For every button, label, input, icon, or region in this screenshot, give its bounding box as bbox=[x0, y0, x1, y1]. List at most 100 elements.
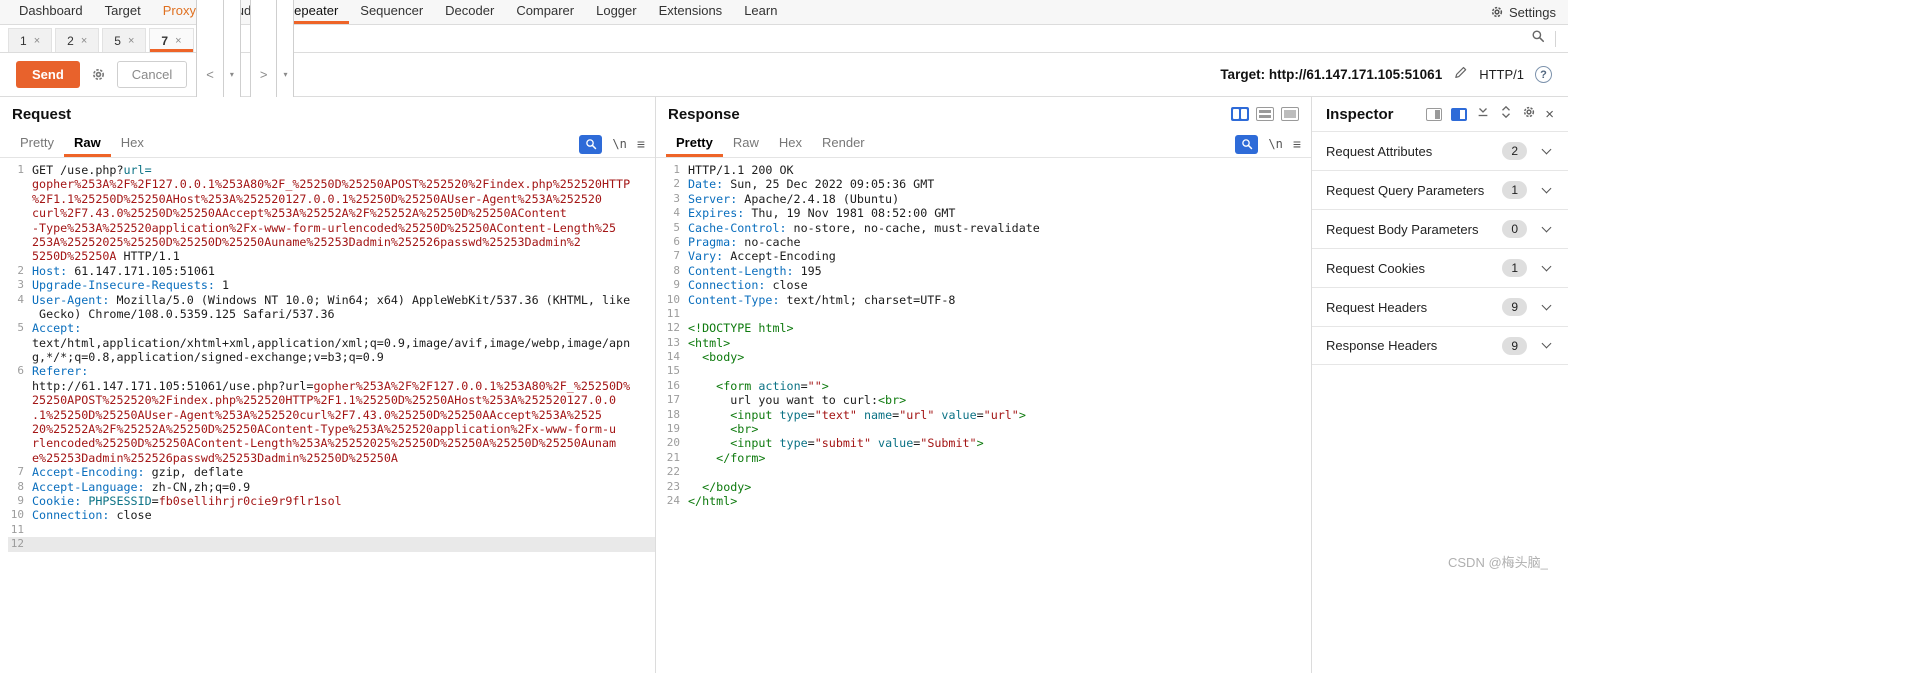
tab-close-icon[interactable]: × bbox=[175, 35, 181, 47]
tab-close-icon[interactable]: × bbox=[34, 35, 40, 47]
code-line: 253A%25252025%25250D%25250D%25250Auname%… bbox=[8, 235, 655, 249]
search-icon bbox=[586, 139, 597, 150]
dock-right-icon[interactable] bbox=[1451, 107, 1468, 121]
line-number: 14 bbox=[666, 350, 680, 364]
layout-single-icon[interactable] bbox=[1281, 107, 1299, 121]
editor-tab-render[interactable]: Render bbox=[812, 131, 875, 157]
help-icon[interactable]: ? bbox=[1535, 66, 1552, 83]
line-number: 3 bbox=[673, 191, 680, 205]
menu-item-extensions[interactable]: Extensions bbox=[648, 0, 734, 24]
code-text: <!DOCTYPE html> bbox=[688, 321, 794, 336]
editor-menu-icon[interactable]: ≡ bbox=[637, 136, 645, 152]
code-line: 3 Upgrade-Insecure-Requests: 1 bbox=[8, 278, 655, 292]
menu-item-decoder[interactable]: Decoder bbox=[434, 0, 505, 24]
section-label: Request Query Parameters bbox=[1326, 182, 1485, 198]
collapse-all-icon[interactable] bbox=[1476, 105, 1490, 124]
settings-button[interactable]: Settings bbox=[1490, 0, 1568, 24]
line-number: 10 bbox=[666, 292, 680, 306]
tab-label: 1 bbox=[20, 33, 27, 48]
code-text: Gecko) Chrome/108.0.5359.125 Safari/537.… bbox=[32, 306, 335, 321]
tab-label: 2 bbox=[67, 33, 74, 48]
chevron-down-icon bbox=[1541, 300, 1552, 310]
editor-tab-icons: \n ≡ bbox=[1235, 131, 1301, 157]
code-area[interactable]: 1 GET /use.php?url= gopher%253A%2F%2F127.0… bbox=[0, 158, 655, 552]
menu-item-target[interactable]: Target bbox=[94, 0, 152, 24]
repeater-tab-7[interactable]: 7 × bbox=[149, 28, 194, 52]
send-settings-gear-icon[interactable] bbox=[89, 67, 108, 82]
line-number bbox=[8, 307, 32, 321]
session-tabs: 1 × 2 × 5 × 7 × bbox=[8, 25, 197, 52]
nonprinting-chars-toggle[interactable]: \n bbox=[1268, 137, 1282, 151]
inspector-sections: Request Attributes 2 Request Query Paramet… bbox=[1312, 131, 1568, 365]
repeater-tab-5[interactable]: 5 × bbox=[102, 28, 147, 52]
code-line: 4 User-Agent: Mozilla/5.0 (Windows NT 10.… bbox=[8, 293, 655, 307]
inspector-section-request-query-parameters[interactable]: Request Query Parameters 1 bbox=[1312, 170, 1568, 209]
editor-tab-raw[interactable]: Raw bbox=[723, 131, 769, 157]
code-line: 6 Referer: bbox=[8, 364, 655, 378]
code-text: <form action=""> bbox=[716, 378, 829, 393]
inspector-gear-icon[interactable] bbox=[1522, 105, 1536, 124]
request-title-row: Request bbox=[0, 97, 655, 131]
code-text: Vary: Accept-Encoding bbox=[688, 249, 836, 264]
expand-collapse-icon[interactable] bbox=[1499, 105, 1513, 124]
code-text: Server: Apache/2.4.18 (Ubuntu) bbox=[688, 191, 900, 206]
menu-item-dashboard[interactable]: Dashboard bbox=[8, 0, 94, 24]
http-version-selector[interactable]: HTTP/1 bbox=[1479, 67, 1524, 82]
inspector-section-response-headers[interactable]: Response Headers 9 bbox=[1312, 326, 1568, 365]
layout-columns-icon[interactable] bbox=[1231, 107, 1249, 121]
line-number bbox=[8, 206, 32, 220]
watermark: CSDN @梅头脑_ bbox=[1448, 555, 1548, 570]
tab-close-icon[interactable]: × bbox=[81, 35, 87, 47]
editor-menu-icon[interactable]: ≡ bbox=[1293, 136, 1301, 152]
editor-tab-raw[interactable]: Raw bbox=[63, 131, 111, 157]
section-label: Request Cookies bbox=[1326, 260, 1425, 276]
close-icon[interactable]: × bbox=[1545, 107, 1554, 122]
editor-tab-pretty[interactable]: Pretty bbox=[10, 131, 64, 157]
inspector-section-request-headers[interactable]: Request Headers 9 bbox=[1312, 287, 1568, 326]
menu-item-learn[interactable]: Learn bbox=[733, 0, 788, 24]
repeater-tab-1[interactable]: 1 × bbox=[8, 28, 53, 52]
menu-item-sequencer[interactable]: Sequencer bbox=[349, 0, 434, 24]
code-line: 7 Vary: Accept-Encoding bbox=[664, 249, 1311, 263]
code-line: 8 Accept-Language: zh-CN,zh;q=0.9 bbox=[8, 480, 655, 494]
nonprinting-chars-toggle[interactable]: \n bbox=[612, 137, 626, 151]
inspector-section-request-attributes[interactable]: Request Attributes 2 bbox=[1312, 131, 1568, 170]
editor-tab-hex[interactable]: Hex bbox=[111, 131, 154, 157]
editor-tab-pretty[interactable]: Pretty bbox=[666, 131, 723, 157]
burp-suite-window: DashboardTargetProxyIntruderRepeaterSequ… bbox=[0, 0, 1568, 673]
editor-tab-hex[interactable]: Hex bbox=[769, 131, 812, 157]
code-line: 11 bbox=[8, 523, 655, 537]
menu-item-logger[interactable]: Logger bbox=[585, 0, 647, 24]
code-area[interactable]: 1 HTTP/1.1 200 OK 2 Date: Sun, 25 Dec 2022 … bbox=[656, 158, 1311, 508]
menu-item-comparer[interactable]: Comparer bbox=[505, 0, 585, 24]
line-number: 12 bbox=[666, 321, 680, 335]
layout-rows-icon[interactable] bbox=[1256, 107, 1274, 121]
search-toggle-button[interactable] bbox=[579, 134, 603, 154]
chevron-down-icon bbox=[1541, 222, 1552, 232]
cancel-button[interactable]: Cancel bbox=[116, 61, 188, 88]
inspector-header-icons: × bbox=[1426, 105, 1554, 124]
line-number: 8 bbox=[673, 263, 680, 277]
dock-left-icon[interactable] bbox=[1426, 107, 1443, 121]
repeater-tab-2[interactable]: 2 × bbox=[55, 28, 100, 52]
inspector-section-request-body-parameters[interactable]: Request Body Parameters 0 bbox=[1312, 209, 1568, 248]
editor-tabs: Pretty Raw Hex bbox=[10, 131, 154, 157]
inspector-section-request-cookies[interactable]: Request Cookies 1 bbox=[1312, 248, 1568, 287]
line-number bbox=[8, 408, 32, 422]
send-button[interactable]: Send bbox=[16, 61, 80, 88]
request-editor: Request Pretty Raw Hex \n ≡ 1 GET /use.php?… bbox=[0, 97, 656, 673]
search-icon[interactable] bbox=[1531, 29, 1545, 48]
tab-close-icon[interactable]: × bbox=[128, 35, 134, 47]
code-line: 15 bbox=[664, 364, 1311, 378]
code-line: 5 Cache-Control: no-store, no-cache, must… bbox=[664, 221, 1311, 235]
code-line: 16 <form action=""> bbox=[664, 379, 1311, 393]
code-text: HTTP/1.1 200 OK bbox=[688, 163, 794, 177]
code-text: Content-Length: 195 bbox=[688, 263, 822, 278]
target-url: http://61.147.171.105:51061 bbox=[1268, 67, 1443, 82]
code-line: 17 url you want to curl:<br> bbox=[664, 393, 1311, 407]
code-line: 11 bbox=[664, 307, 1311, 321]
line-number bbox=[8, 249, 32, 263]
code-text: Cache-Control: no-store, no-cache, must-… bbox=[688, 220, 1040, 235]
search-toggle-button[interactable] bbox=[1235, 134, 1259, 154]
edit-target-pencil-icon[interactable] bbox=[1453, 65, 1468, 85]
